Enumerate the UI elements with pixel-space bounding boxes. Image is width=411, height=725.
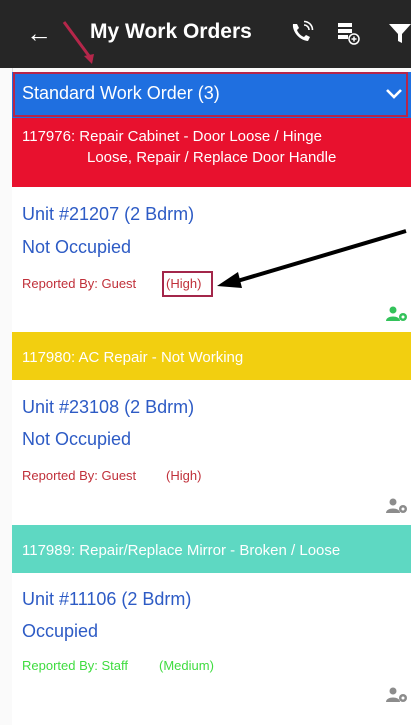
unit-label: Unit #11106 (2 Bdrm)	[22, 589, 192, 609]
unit-label: Unit #21207 (2 Bdrm)	[22, 204, 195, 224]
work-order-header[interactable]: 117989: Repair/Replace Mirror - Broken /…	[12, 525, 411, 573]
occupancy-status: Not Occupied	[22, 237, 132, 257]
work-order-header[interactable]: 117980: AC Repair - Not Working	[12, 332, 411, 380]
back-arrow-icon[interactable]: ←	[26, 18, 56, 48]
work-order-title-line1: 117976: Repair Cabinet - Door Loose / Hi…	[22, 128, 322, 145]
phone-icon[interactable]	[288, 20, 314, 46]
priority-label: (High)	[166, 468, 202, 483]
group-label: Standard Work Order (3)	[22, 83, 220, 103]
priority-label: (Medium)	[159, 658, 214, 673]
person-icon[interactable]	[386, 687, 408, 703]
reported-by: Reported By: Staff	[22, 658, 128, 673]
work-order-title-line1: 117989: Repair/Replace Mirror - Broken /…	[22, 542, 341, 559]
filter-list-icon[interactable]	[335, 20, 361, 46]
unit-label: Unit #23108 (2 Bdrm)	[22, 397, 195, 417]
occupancy-status: Not Occupied	[22, 429, 132, 449]
reported-by: Reported By: Guest	[22, 276, 137, 291]
priority-highlight-box	[162, 271, 213, 297]
page-title: My Work Orders	[90, 20, 252, 43]
work-order-title-line2: Loose, Repair / Replace Door Handle	[87, 149, 337, 166]
work-order-header[interactable]: 117976: Repair Cabinet - Door Loose / Hi…	[12, 118, 411, 187]
annotation-arrow-icon	[217, 229, 407, 288]
chevron-down-icon[interactable]	[384, 84, 404, 104]
work-orders-screen: ← My Work Orders Standard Work Order (3)	[0, 0, 411, 725]
reported-by: Reported By: Guest	[22, 468, 137, 483]
person-icon[interactable]	[386, 498, 408, 514]
top-app-bar: ← My Work Orders	[0, 0, 411, 68]
occupancy-status: Occupied	[22, 621, 99, 641]
work-order-title-line1: 117980: AC Repair - Not Working	[22, 349, 244, 366]
person-icon[interactable]	[386, 306, 408, 322]
filter-icon[interactable]	[387, 20, 411, 46]
